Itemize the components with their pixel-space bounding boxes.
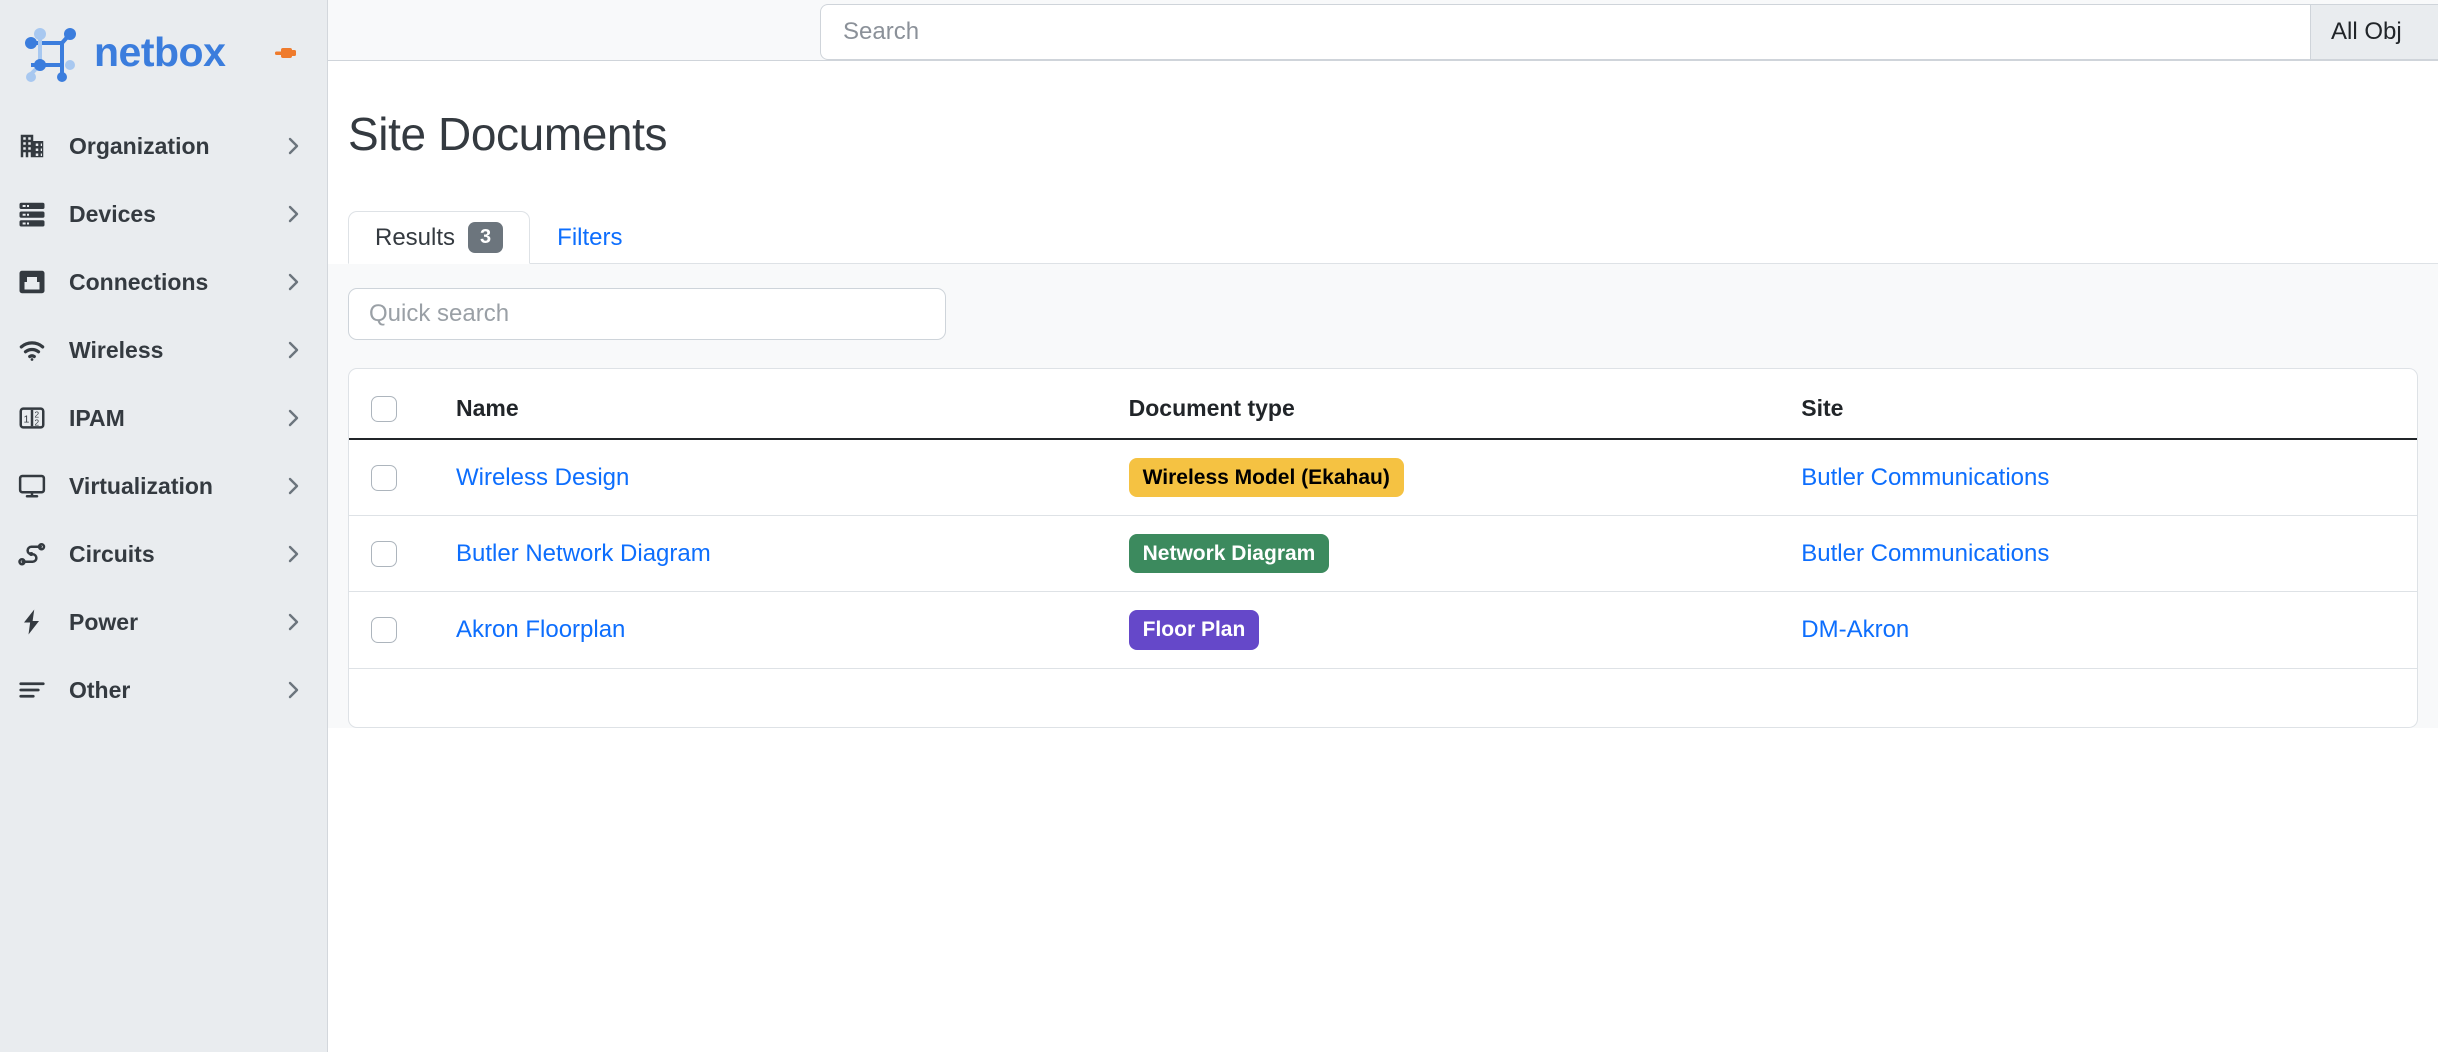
table-header-row: Name Document type Site	[349, 369, 2417, 440]
top-header-bar: All Obj	[328, 0, 2438, 61]
row-select-cell	[349, 439, 446, 517]
row-document-type-cell: Floor Plan	[1118, 591, 1792, 669]
monitor-icon	[14, 468, 50, 504]
row-checkbox[interactable]	[371, 540, 397, 567]
lightning-bolt-icon	[14, 604, 50, 640]
sidebar-item-label: Virtualization	[69, 472, 213, 499]
sidebar-item-label: Power	[69, 608, 139, 635]
sidebar-item-organization[interactable]: Organization	[0, 112, 327, 180]
sidebar: netbox Organization Devices Connections …	[0, 0, 328, 1052]
tab-results-label: Results	[375, 223, 456, 251]
results-count-badge: 3	[468, 222, 504, 253]
sidebar-item-ipam[interactable]: 1 2 2 IPAM	[0, 384, 327, 452]
sidebar-item-label: Organization	[69, 132, 210, 159]
sidebar-item-label: Circuits	[69, 540, 155, 567]
ethernet-jack-icon	[14, 264, 50, 300]
sidebar-item-circuits[interactable]: Circuits	[0, 520, 327, 588]
svg-text:1: 1	[24, 414, 30, 426]
column-header-site[interactable]: Site	[1791, 369, 2417, 440]
document-type-badge: Network Diagram	[1128, 534, 1330, 574]
tab-bar: Results 3 Filters	[348, 211, 2438, 264]
chevron-right-icon	[281, 338, 305, 362]
sidebar-item-label: IPAM	[69, 404, 125, 431]
sidebar-item-power[interactable]: Power	[0, 588, 327, 656]
document-type-badge: Wireless Model (Ekahau)	[1128, 458, 1404, 498]
document-name-link[interactable]: Akron Floorplan	[456, 616, 625, 643]
sidebar-item-label: Devices	[69, 200, 156, 227]
tab-filters[interactable]: Filters	[530, 211, 649, 264]
page-body: Site Documents Results 3 Filters Quick s…	[328, 107, 2438, 728]
sidebar-nav: Organization Devices Connections Wireles…	[0, 112, 327, 724]
site-link[interactable]: DM-Akron	[1801, 616, 1909, 643]
numbers-box-icon: 1 2 2	[14, 400, 50, 436]
chevron-right-icon	[281, 610, 305, 634]
site-link[interactable]: Butler Communications	[1801, 540, 2049, 567]
table-body: Wireless Design Wireless Model (Ekahau) …	[349, 439, 2417, 669]
brand-name: netbox	[94, 28, 226, 75]
row-select-cell	[349, 515, 446, 593]
chevron-right-icon	[281, 270, 305, 294]
documents-table-card: Name Document type Site Wireless Design …	[348, 368, 2418, 728]
quick-search-input[interactable]	[348, 288, 946, 340]
row-document-type-cell: Wireless Model (Ekahau)	[1118, 439, 1792, 517]
tab-results[interactable]: Results 3	[348, 211, 531, 264]
sidebar-item-connections[interactable]: Connections	[0, 248, 327, 316]
chevron-right-icon	[281, 474, 305, 498]
wifi-icon	[14, 332, 50, 368]
row-checkbox[interactable]	[371, 464, 397, 491]
column-header-document-type[interactable]: Document type	[1118, 369, 1792, 440]
sidebar-item-wireless[interactable]: Wireless	[0, 316, 327, 384]
sidebar-item-other[interactable]: Other	[0, 656, 327, 724]
chevron-right-icon	[281, 406, 305, 430]
table-head: Name Document type Site	[349, 369, 2417, 440]
brand-header[interactable]: netbox	[0, 0, 327, 104]
sidebar-item-label: Connections	[69, 268, 209, 295]
select-all-checkbox[interactable]	[371, 395, 397, 422]
search-scope-dropdown[interactable]: All Obj	[2310, 4, 2438, 60]
row-name-cell: Akron Floorplan	[445, 591, 1119, 669]
building-icon	[14, 128, 50, 164]
row-site-cell: Butler Communications	[1791, 515, 2417, 593]
row-site-cell: DM-Akron	[1791, 591, 2417, 669]
global-search-group: All Obj	[820, 4, 2438, 60]
column-header-name[interactable]: Name	[445, 369, 1119, 440]
chevron-right-icon	[281, 678, 305, 702]
table-row: Butler Network Diagram Network Diagram B…	[349, 515, 2417, 593]
svg-text:2: 2	[35, 419, 40, 428]
results-panel: Name Document type Site	[328, 264, 2438, 728]
circuit-path-icon	[14, 536, 50, 572]
row-checkbox[interactable]	[371, 616, 397, 643]
documents-table: Name Document type Site Wireless Design …	[349, 369, 2417, 669]
app-root: netbox Organization Devices Connections …	[0, 0, 2438, 1052]
site-link[interactable]: Butler Communications	[1801, 464, 2049, 491]
chevron-right-icon	[281, 202, 305, 226]
row-document-type-cell: Network Diagram	[1118, 515, 1792, 593]
row-name-cell: Wireless Design	[445, 439, 1119, 517]
document-name-link[interactable]: Butler Network Diagram	[456, 540, 711, 567]
search-input[interactable]	[820, 4, 2310, 60]
chevron-right-icon	[281, 542, 305, 566]
row-name-cell: Butler Network Diagram	[445, 515, 1119, 593]
sidebar-item-label: Other	[69, 676, 131, 703]
pin-icon[interactable]	[275, 44, 297, 62]
netbox-node-graph-icon	[18, 21, 80, 83]
document-name-link[interactable]: Wireless Design	[456, 464, 629, 491]
sidebar-item-devices[interactable]: Devices	[0, 180, 327, 248]
search-scope-label: All Obj	[2331, 18, 2402, 45]
row-select-cell	[349, 591, 446, 669]
list-lines-icon	[14, 672, 50, 708]
server-rack-icon	[14, 196, 50, 232]
main-content: All Obj Site Documents Results 3 Filters	[328, 0, 2438, 1052]
page-title: Site Documents	[348, 108, 668, 160]
sidebar-item-label: Wireless	[69, 336, 164, 363]
table-row: Wireless Design Wireless Model (Ekahau) …	[349, 439, 2417, 517]
tab-filters-label: Filters	[557, 223, 623, 251]
row-site-cell: Butler Communications	[1791, 439, 2417, 517]
document-type-badge: Floor Plan	[1128, 610, 1260, 650]
select-all-header	[349, 369, 446, 440]
table-row: Akron Floorplan Floor Plan DM-Akron	[349, 591, 2417, 669]
sidebar-item-virtualization[interactable]: Virtualization	[0, 452, 327, 520]
chevron-right-icon	[281, 134, 305, 158]
